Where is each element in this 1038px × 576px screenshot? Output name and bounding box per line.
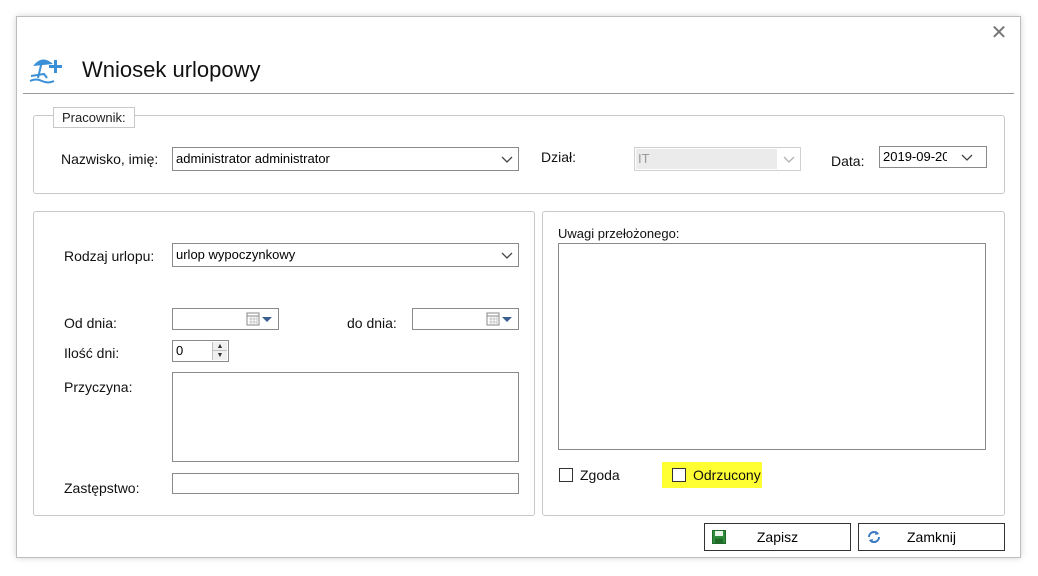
stepper-down-icon[interactable]: ▼: [213, 351, 227, 360]
leave-type-combo[interactable]: urlop wypoczynkowy: [172, 243, 519, 267]
name-combo[interactable]: administrator administrator: [172, 147, 519, 171]
leave-type-label: Rodzaj urlopu:: [64, 248, 155, 264]
days-value: 0: [176, 343, 184, 358]
department-combo: IT: [634, 147, 801, 171]
calendar-dropdown-icon[interactable]: [246, 311, 274, 327]
reject-checkbox[interactable]: [672, 468, 686, 482]
calendar-dropdown-icon[interactable]: [486, 311, 514, 327]
close-dialog-button[interactable]: Zamknij: [858, 523, 1005, 551]
department-value: IT: [638, 151, 650, 166]
date-picker[interactable]: 2019-09-20: [879, 146, 987, 168]
name-value: administrator administrator: [176, 151, 330, 166]
save-button-label: Zapisz: [756, 529, 799, 545]
department-label: Dział:: [541, 149, 577, 165]
title-divider: [23, 93, 1014, 94]
close-icon[interactable]: ✕: [988, 22, 1010, 44]
save-button[interactable]: Zapisz: [704, 523, 851, 551]
stepper-buttons: ▲ ▼: [212, 342, 227, 360]
reject-label: Odrzucony: [693, 467, 761, 483]
chevron-down-icon[interactable]: [500, 246, 514, 264]
days-stepper[interactable]: 0 ▲ ▼: [172, 340, 229, 362]
dialog-title: Wniosek urlopowy: [82, 57, 261, 82]
supervisor-notes-textarea[interactable]: [558, 243, 986, 450]
date-value: 2019-09-20: [883, 149, 947, 164]
name-label: Nazwisko, imię:: [61, 151, 159, 167]
chevron-down-icon[interactable]: [500, 150, 514, 168]
to-date-picker[interactable]: [412, 308, 519, 330]
substitute-input[interactable]: [172, 473, 519, 494]
days-label: Ilość dni:: [64, 345, 120, 361]
date-label: Data:: [831, 153, 865, 169]
reason-label: Przyczyna:: [64, 379, 133, 395]
employee-group-legend: Pracownik:: [53, 107, 135, 128]
from-date-picker[interactable]: [172, 308, 279, 330]
vacation-beach-add-icon: [28, 54, 64, 84]
from-date-label: Od dnia:: [64, 315, 117, 331]
stepper-up-icon[interactable]: ▲: [213, 342, 227, 351]
approve-label: Zgoda: [580, 467, 620, 483]
approve-checkbox[interactable]: [559, 468, 573, 482]
to-date-label: do dnia:: [347, 315, 397, 331]
reason-textarea[interactable]: [172, 372, 519, 462]
chevron-down-icon[interactable]: [960, 148, 974, 166]
supervisor-notes-label: Uwagi przełożonego:: [558, 226, 680, 241]
substitute-label: Zastępstwo:: [64, 480, 140, 496]
close-button-label: Zamknij: [906, 529, 956, 545]
leave-type-value: urlop wypoczynkowy: [176, 247, 296, 262]
chevron-down-icon: [783, 156, 795, 163]
